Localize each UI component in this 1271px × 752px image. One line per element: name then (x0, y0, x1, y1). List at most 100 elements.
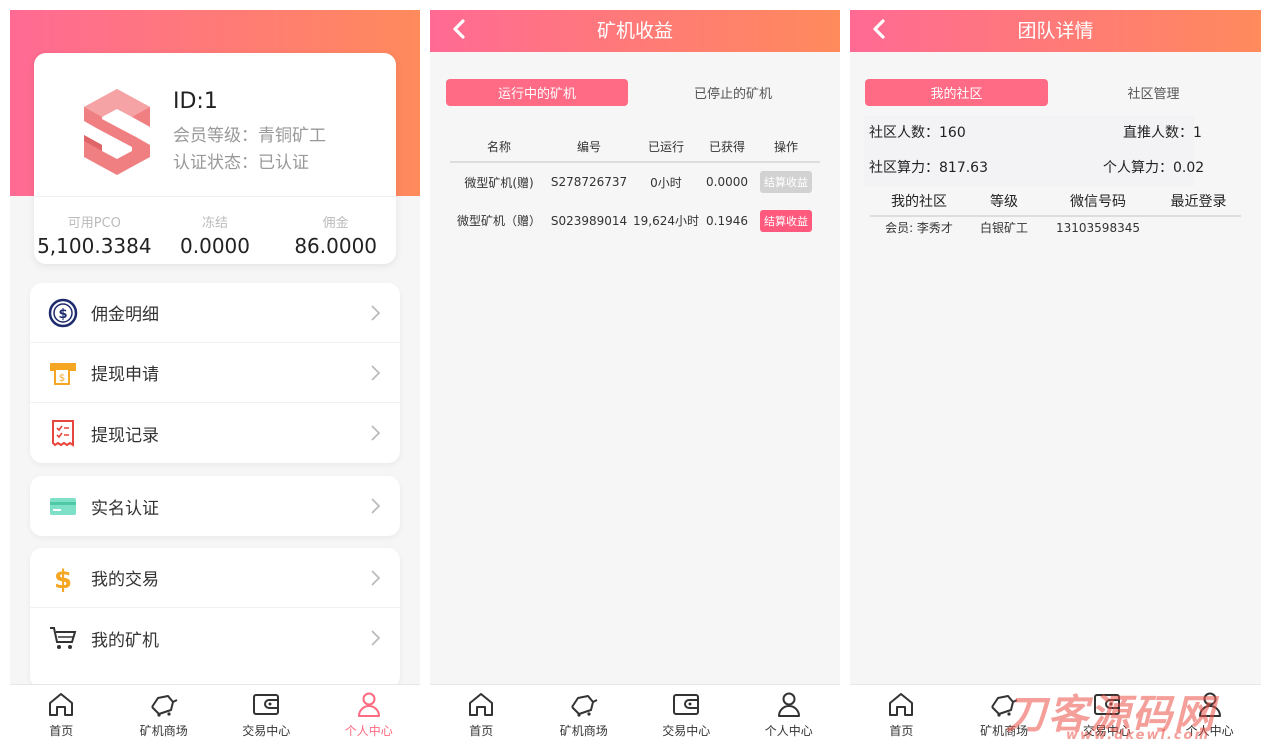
tab-label: 交易中心 (242, 724, 291, 738)
tab-home[interactable]: 首页 (430, 685, 533, 742)
column-header: 已运行 (630, 132, 702, 163)
card-icon (47, 490, 79, 522)
table-row: 微型矿机(赠) S278726737 0小时 0.0000 结算收益 (450, 162, 820, 201)
stat-value: 86.0000 (294, 234, 378, 258)
column-header: 我的社区 (870, 186, 968, 217)
bottom-tab-bar: 首页 矿机商场 交易中心 个人中心 (10, 684, 420, 742)
community-table: 我的社区 等级 微信号码 最近登录 会员: 李秀才 白银矿工 131035983… (870, 186, 1241, 238)
miner-earnings-screen: 矿机收益 运行中的矿机 已停止的矿机 名称 编号 已运行 已获得 操作 微型矿机… (430, 10, 840, 742)
bottom-tab-bar: 首页 矿机商场 交易中心 个人中心 (430, 684, 840, 742)
menu-item-my-miners[interactable]: 我的矿机 (30, 608, 400, 668)
chevron-right-icon (371, 365, 380, 381)
column-header: 编号 (548, 132, 630, 163)
community-power: 社区算力：817.63 (869, 160, 988, 176)
cell-action: 结算收益 (752, 162, 820, 201)
stat-commission: 佣金 86.0000 (275, 197, 396, 264)
menu-label: 提现申请 (91, 365, 159, 385)
user-id: ID:1 (173, 89, 218, 114)
chevron-right-icon (371, 498, 380, 514)
person-icon (777, 692, 800, 717)
tab-personal-center[interactable]: 个人中心 (318, 685, 421, 742)
tab-label: 个人中心 (344, 724, 393, 738)
dollar-circle-icon: $ (47, 297, 79, 329)
team-details-screen: 团队详情 我的社区 社区管理 社区人数：160 直推人数：1 社区算力：817.… (850, 10, 1261, 742)
wallet-icon (253, 694, 280, 715)
column-header: 微信号码 (1040, 186, 1156, 217)
chevron-right-icon (371, 425, 380, 441)
nav-bar: 矿机收益 (430, 10, 840, 52)
tab-label: 首页 (49, 724, 74, 738)
stat-value: 0.0000 (180, 234, 250, 258)
cell-last-login (1156, 216, 1241, 238)
column-header: 已获得 (702, 132, 752, 163)
settle-earnings-button[interactable]: 结算收益 (760, 209, 812, 232)
stat-available: 可用PCO 5,100.3384 (34, 197, 155, 264)
tab-home[interactable]: 首页 (10, 685, 113, 742)
verification-status: 认证状态：已认证 (173, 153, 309, 173)
cell-earned: 0.0000 (706, 175, 748, 189)
page-title: 矿机收益 (596, 20, 673, 42)
settle-earnings-button[interactable]: 结算收益 (760, 171, 812, 193)
personal-center-screen: ID:1 会员等级：青铜矿工 认证状态：已认证 可用PCO 5,100.3384… (10, 10, 420, 742)
home-icon (889, 693, 914, 716)
tab-label: 首页 (889, 724, 914, 738)
tab-stopped-miners[interactable]: 已停止的矿机 (642, 79, 824, 106)
cart-icon (47, 622, 79, 654)
cell-name: 微型矿机（赠） (456, 214, 541, 228)
cell-level: 白银矿工 (979, 221, 1028, 235)
cell-earned: 0.1946 (706, 213, 748, 228)
tab-home[interactable]: 首页 (850, 685, 953, 742)
menu-label: 我的矿机 (91, 630, 159, 651)
tab-miner-mall[interactable]: 矿机商场 (533, 685, 636, 742)
tab-label: 个人中心 (764, 724, 813, 738)
member-level: 会员等级：青铜矿工 (173, 126, 326, 146)
home-icon (49, 693, 74, 716)
miner-icon (570, 695, 598, 717)
community-count: 社区人数：160 (869, 125, 966, 141)
menu-group-verification: 实名认证 (30, 476, 400, 536)
menu-item-commission-detail[interactable]: $ 佣金明细 (30, 283, 400, 343)
person-icon (357, 692, 380, 717)
tab-miner-mall[interactable]: 矿机商场 (113, 685, 216, 742)
tab-trading-center[interactable]: 交易中心 (635, 685, 738, 742)
svg-text:$: $ (58, 307, 67, 322)
nav-bar: 团队详情 (850, 10, 1261, 52)
tab-label: 首页 (469, 724, 494, 738)
menu-item-withdraw-records[interactable]: 提现记录 (30, 403, 400, 463)
table-row: 微型矿机（赠） S023989014 19,624小时 0.1946 结算收益 (450, 201, 820, 240)
tab-my-community[interactable]: 我的社区 (865, 79, 1048, 106)
cell-code: S023989014 (550, 213, 628, 228)
cell-wechat: 13103598345 (1056, 220, 1140, 235)
tab-label: 矿机商场 (139, 724, 188, 738)
stat-value: 5,100.3384 (37, 234, 152, 258)
stat-label: 可用PCO (67, 216, 121, 231)
chevron-right-icon (371, 570, 380, 586)
dollar-sign-icon: $ (47, 562, 79, 594)
direct-count: 直推人数：1 (1123, 125, 1202, 141)
miner-table: 名称 编号 已运行 已获得 操作 微型矿机(赠) S278726737 0小时 … (450, 132, 820, 240)
chevron-right-icon (371, 305, 380, 321)
menu-label: 我的交易 (91, 570, 159, 590)
tab-label: 交易中心 (662, 724, 711, 738)
table-row: 会员: 李秀才 白银矿工 13103598345 (870, 216, 1241, 238)
tab-personal-center[interactable]: 个人中心 (738, 685, 841, 742)
menu-item-withdraw-apply[interactable]: $ 提现申请 (30, 343, 400, 403)
cell-action: 结算收益 (752, 201, 820, 240)
receipt-icon (47, 417, 79, 449)
column-header: 名称 (450, 132, 548, 163)
svg-text:$: $ (59, 373, 65, 384)
menu-item-my-trades[interactable]: $ 我的交易 (30, 548, 400, 608)
tab-running-miners[interactable]: 运行中的矿机 (446, 79, 628, 106)
tab-community-management[interactable]: 社区管理 (1062, 79, 1245, 106)
stat-label: 佣金 (322, 216, 349, 231)
menu-item-real-name[interactable]: 实名认证 (30, 476, 400, 536)
tab-trading-center[interactable]: 交易中心 (215, 685, 318, 742)
home-icon (469, 693, 494, 716)
chevron-right-icon (371, 630, 380, 646)
wallet-icon (673, 694, 700, 715)
column-header: 操作 (752, 132, 820, 163)
menu-label: 提现记录 (91, 425, 159, 446)
cell-runtime: 19,624小时 (633, 214, 699, 228)
cell-code: S278726737 (550, 175, 628, 189)
app-logo-icon (84, 89, 150, 175)
